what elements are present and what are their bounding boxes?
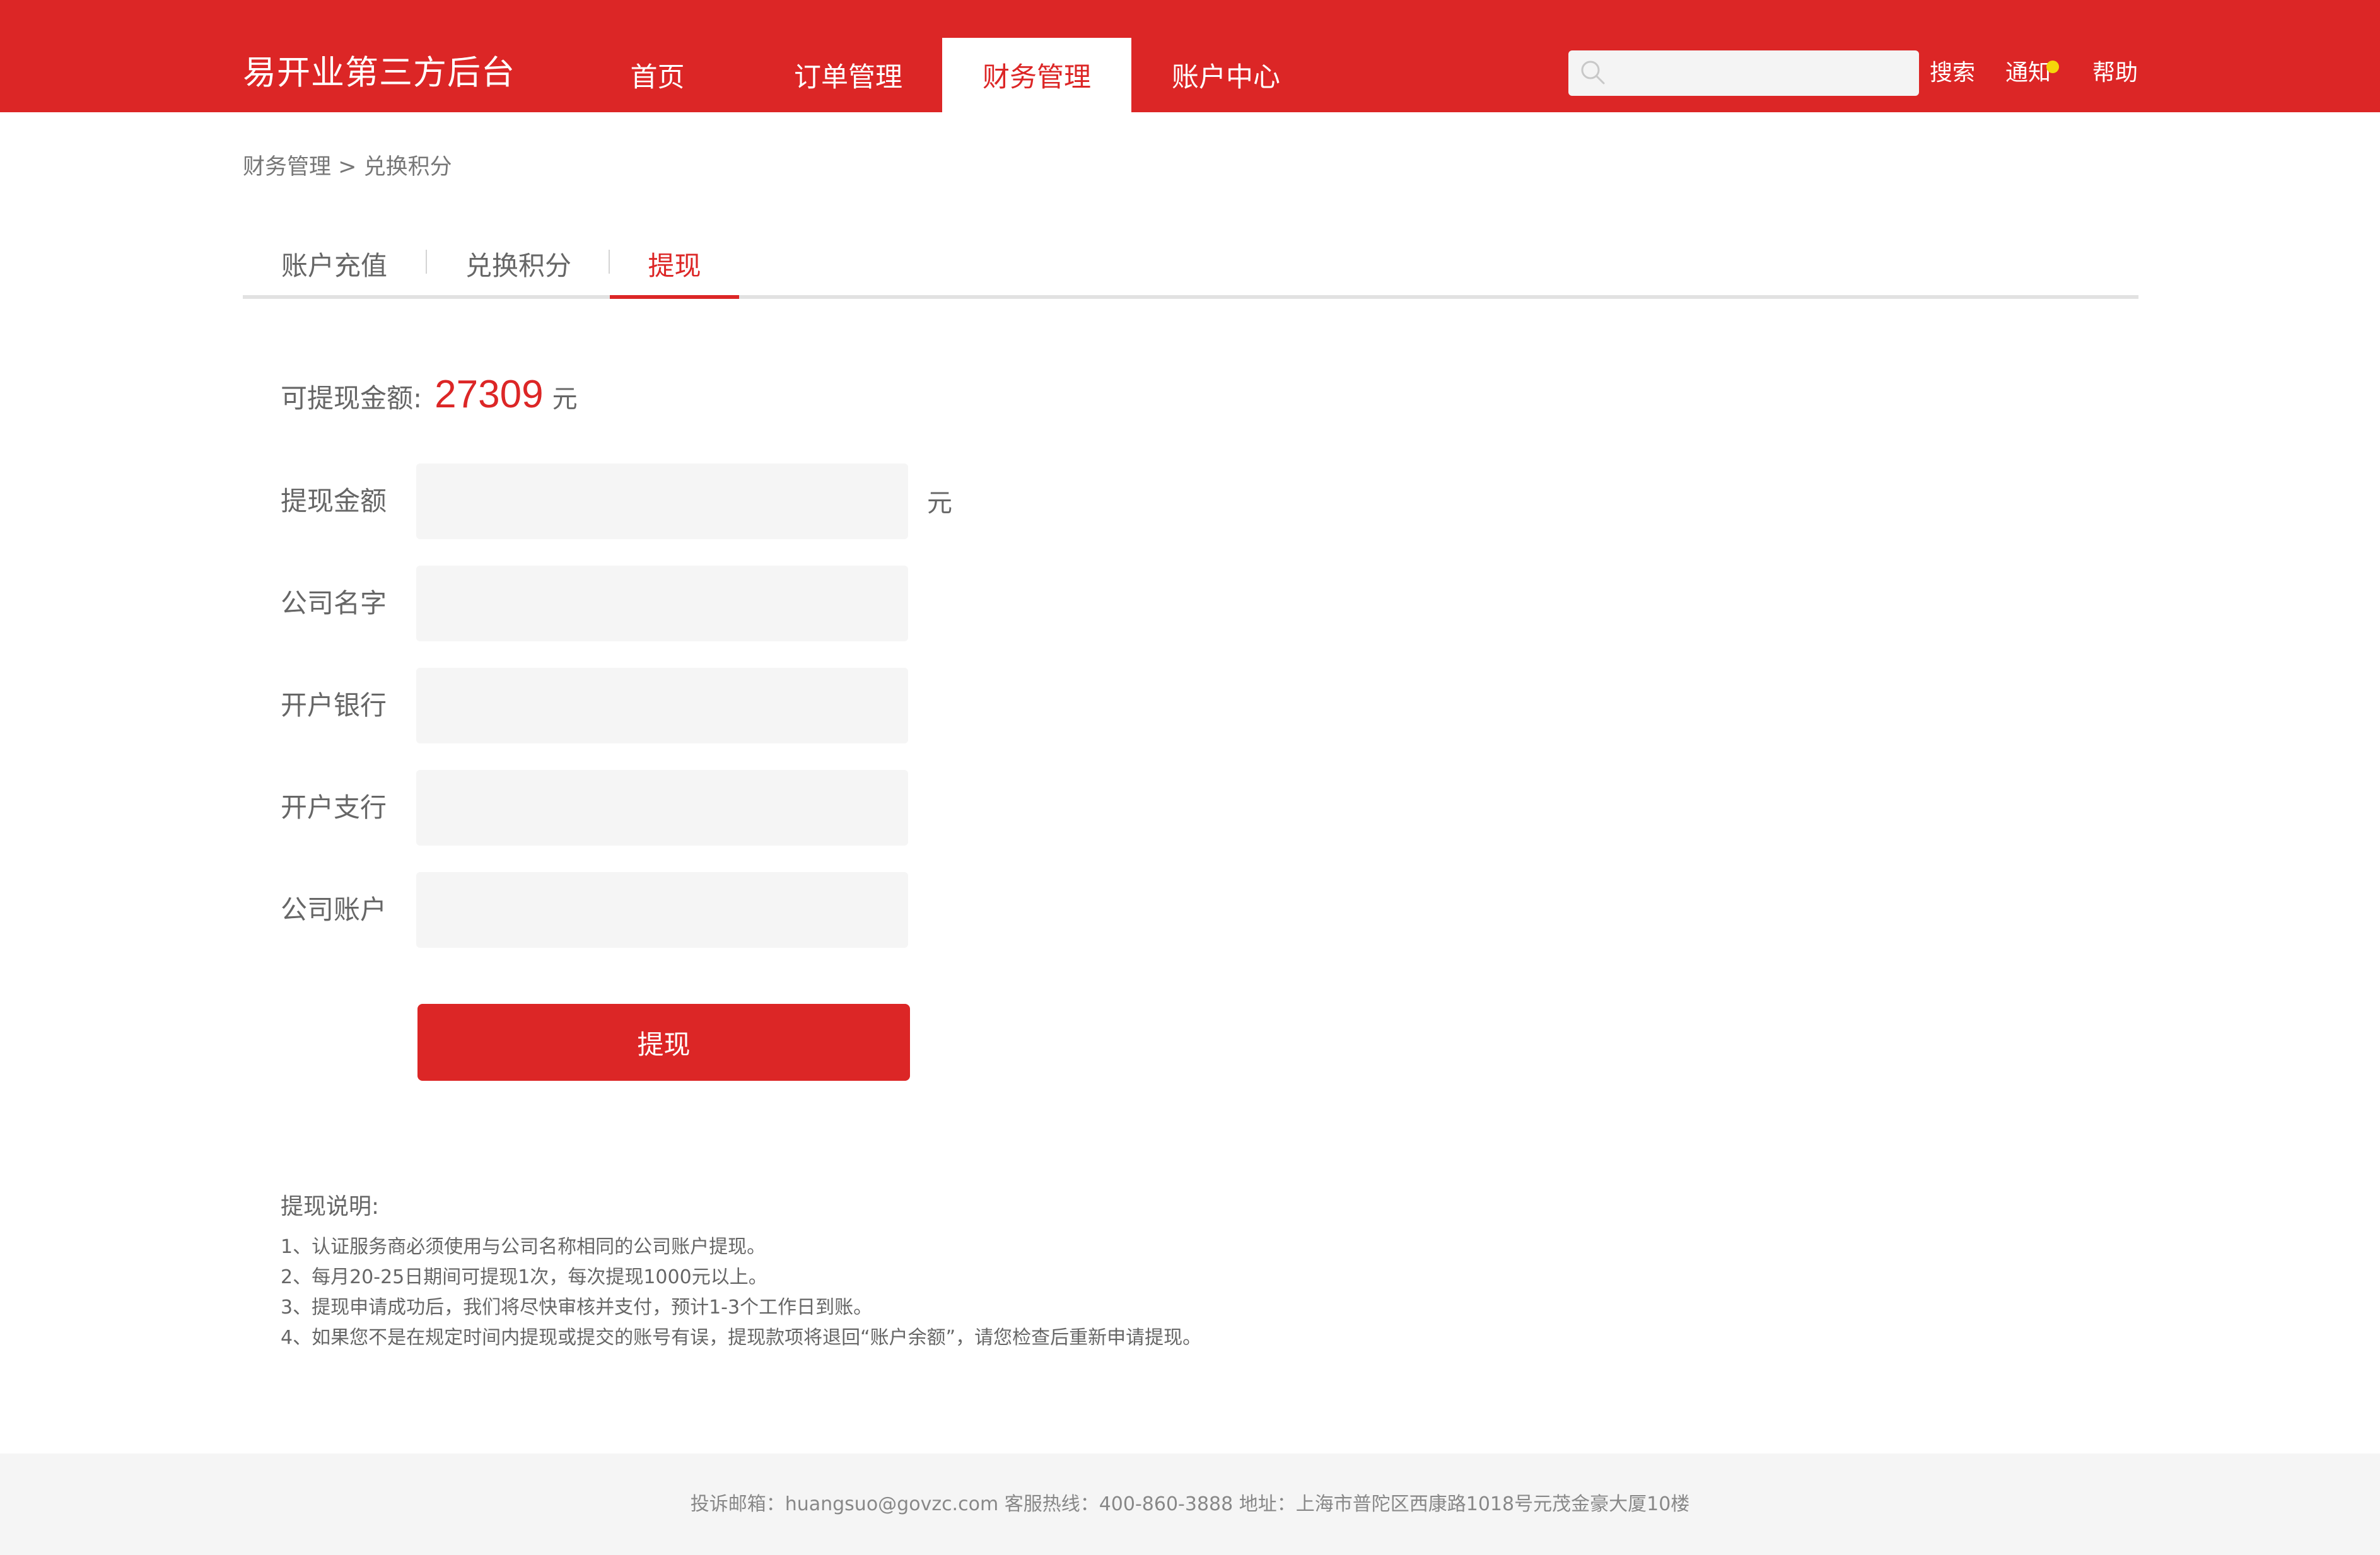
- company-account-label: 公司账户: [281, 894, 387, 925]
- note-item: 2、每月20-25日期间可提现1次，每次提现1000元以上。: [281, 1266, 767, 1288]
- amount-unit: 元: [927, 489, 952, 518]
- withdraw-submit-button[interactable]: 提现: [417, 1004, 910, 1081]
- help-link[interactable]: 帮助: [2092, 57, 2138, 90]
- available-balance: 可提现金额: 27309 元: [281, 372, 578, 417]
- note-item: 3、提现申请成功后，我们将尽快审核并支付，预计1-3个工作日到账。: [281, 1296, 873, 1319]
- note-item: 1、认证服务商必须使用与公司名称相同的公司账户提现。: [281, 1236, 766, 1258]
- bank-input[interactable]: [416, 668, 908, 743]
- top-header: 易开业第三方后台 首页 订单管理 财务管理 账户中心 搜索 通知 帮助: [0, 0, 2380, 112]
- nav-home[interactable]: 首页: [590, 38, 725, 112]
- tab-withdraw[interactable]: 提现: [610, 232, 739, 299]
- available-label: 可提现金额:: [281, 383, 423, 414]
- footer-contact: 投诉邮箱：huangsuo@govzc.com 客服热线：400-860-388…: [690, 1493, 1690, 1515]
- finance-tabs: 账户充值 兑换积分 提现: [243, 232, 2138, 299]
- branch-input[interactable]: [416, 770, 908, 846]
- withdraw-amount-label: 提现金额: [281, 486, 387, 516]
- notify-link[interactable]: 通知: [2005, 57, 2051, 90]
- search-box: [1568, 50, 1919, 97]
- bank-label: 开户银行: [281, 690, 387, 721]
- breadcrumb: 财务管理 > 兑换积分: [243, 154, 452, 180]
- company-name-input[interactable]: [416, 566, 908, 641]
- search-icon: [1581, 61, 1605, 84]
- branch-label: 开户支行: [281, 792, 387, 823]
- brand-title: 易开业第三方后台: [243, 54, 515, 92]
- search-input[interactable]: [1614, 50, 1913, 97]
- search-button[interactable]: 搜索: [1930, 57, 1975, 90]
- nav-orders[interactable]: 订单管理: [754, 38, 943, 112]
- available-amount: 27309: [435, 373, 544, 416]
- company-account-input[interactable]: [416, 872, 908, 948]
- nav-finance[interactable]: 财务管理: [942, 38, 1131, 112]
- nav-account[interactable]: 账户中心: [1131, 38, 1321, 112]
- tab-recharge[interactable]: 账户充值: [243, 232, 426, 295]
- company-name-label: 公司名字: [281, 588, 387, 619]
- footer: 投诉邮箱：huangsuo@govzc.com 客服热线：400-860-388…: [0, 1453, 2380, 1555]
- tab-redeem-points[interactable]: 兑换积分: [427, 232, 610, 295]
- withdraw-amount-input[interactable]: [416, 463, 908, 539]
- note-item: 4、如果您不是在规定时间内提现或提交的账号有误，提现款项将退回“账户余额”，请您…: [281, 1327, 1202, 1349]
- notification-dot: [2046, 61, 2059, 73]
- notes-title: 提现说明:: [281, 1194, 380, 1220]
- available-unit: 元: [552, 385, 578, 414]
